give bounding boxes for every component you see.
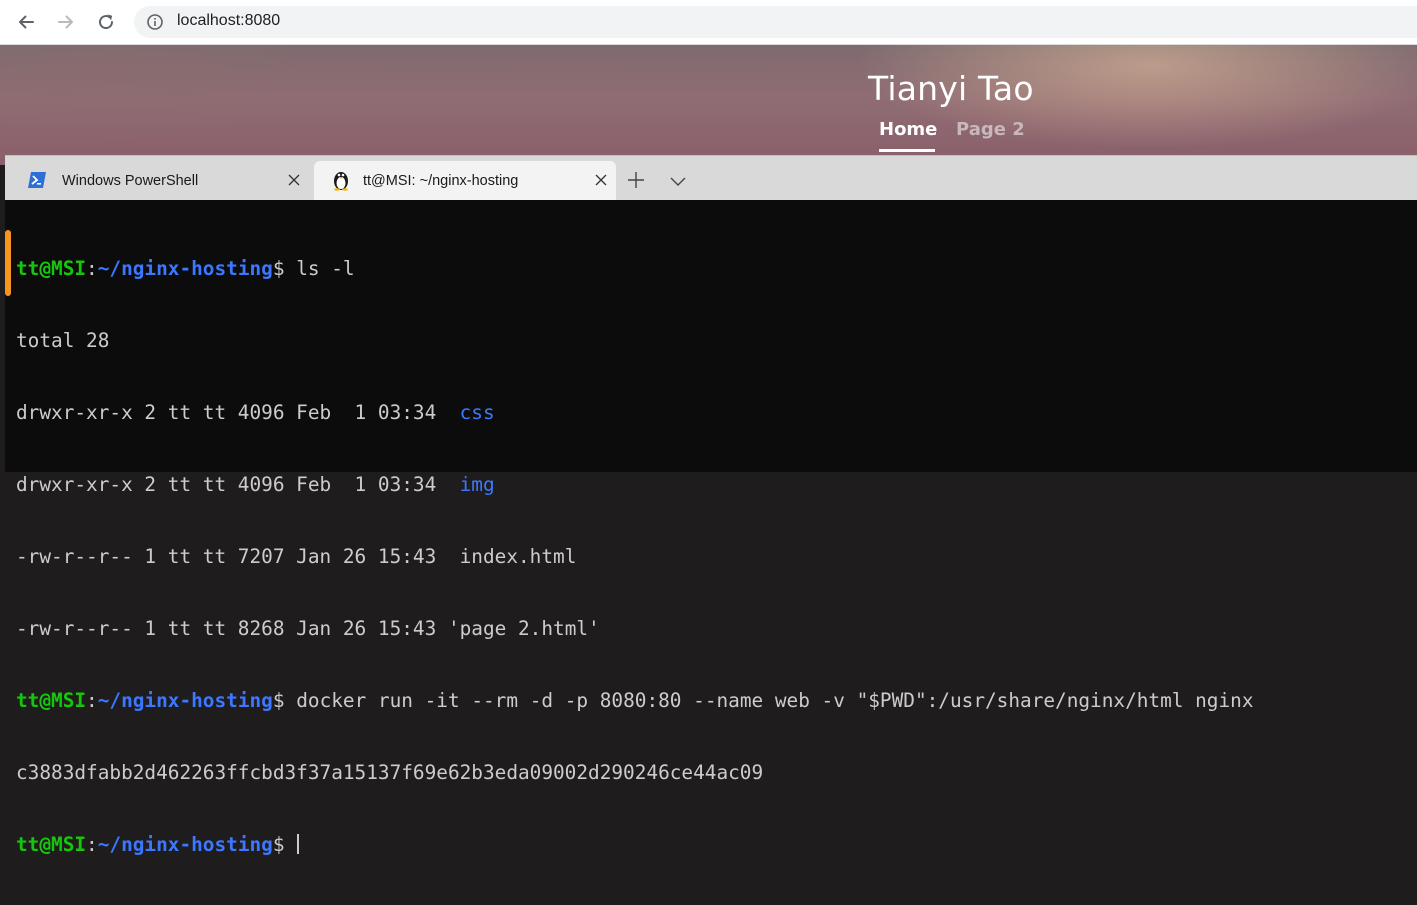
tab-bar: Windows PowerShell tt@MSI: ~/nginx-hosti… (5, 155, 1417, 201)
close-icon[interactable] (593, 172, 609, 188)
url-text[interactable]: localhost:8080 (177, 12, 280, 30)
file-name: index.html (459, 545, 577, 568)
info-icon[interactable] (146, 13, 164, 31)
directory-name: img (459, 473, 495, 496)
reload-button[interactable] (91, 7, 121, 37)
terminal-output[interactable]: tt@MSI:~/nginx-hosting$ ls -l total 28 d… (5, 200, 1417, 856)
forward-button[interactable] (51, 7, 81, 37)
nav-link-home[interactable]: Home (879, 119, 937, 140)
plus-icon[interactable] (625, 169, 647, 191)
reload-icon (99, 14, 114, 30)
tab-label: tt@MSI: ~/nginx-hosting (363, 173, 519, 189)
terminal-window: Windows PowerShell tt@MSI: ~/nginx-hosti… (5, 155, 1417, 856)
tab-windows-powershell[interactable]: Windows PowerShell (5, 161, 310, 201)
tab-label: Windows PowerShell (62, 173, 199, 189)
powershell-icon (28, 172, 46, 188)
arrow-left-icon (19, 15, 34, 29)
prompt-line: tt@MSI:~/nginx-hosting$ ls -l (16, 257, 355, 280)
linux-penguin-icon (334, 172, 348, 191)
address-bar[interactable]: localhost:8080 (134, 6, 1417, 38)
directory-name: css (459, 401, 495, 424)
back-button[interactable] (11, 7, 41, 37)
chevron-down-icon[interactable] (667, 171, 689, 193)
scroll-indicator (5, 230, 11, 296)
text-cursor (297, 834, 300, 854)
arrow-right-icon (58, 15, 73, 29)
nav-link-page2[interactable]: Page 2 (956, 119, 1025, 140)
container-id-line: c3883dfabb2d462263ffcbd3f37a15137f69e62b… (16, 761, 764, 784)
output-line: -rw-r--r-- 1 tt tt 7207 Jan 26 15:43 ind… (16, 545, 577, 568)
prompt-line: tt@MSI:~/nginx-hosting$ docker run -it -… (16, 689, 1254, 712)
tab-ubuntu-shell[interactable]: tt@MSI: ~/nginx-hosting (314, 161, 616, 201)
site-title: Tianyi Tao (868, 69, 1034, 108)
site-header: Tianyi Tao Home Page 2 (0, 45, 1417, 165)
output-line: -rw-r--r-- 1 tt tt 8268 Jan 26 15:43 'pa… (16, 617, 600, 640)
command-text: ls -l (296, 257, 355, 280)
browser-toolbar: localhost:8080 (0, 0, 1417, 45)
terminal-text: tt@MSI:~/nginx-hosting$ ls -l total 28 d… (16, 209, 1254, 905)
close-icon[interactable] (286, 172, 302, 188)
command-text: docker run -it --rm -d -p 8080:80 --name… (296, 689, 1254, 712)
output-line: drwxr-xr-x 2 tt tt 4096 Feb 1 03:34 css (16, 401, 495, 424)
prompt-line: tt@MSI:~/nginx-hosting$ (16, 833, 1254, 857)
file-name: 'page 2.html' (447, 617, 600, 640)
output-line: drwxr-xr-x 2 tt tt 4096 Feb 1 03:34 img (16, 473, 495, 496)
output-line: total 28 (16, 329, 110, 352)
active-nav-underline (879, 149, 935, 152)
